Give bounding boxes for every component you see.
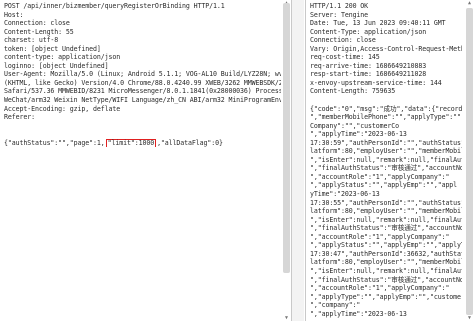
request-body-suffix: ,"allDataFlag":0} bbox=[157, 138, 223, 147]
response-line: 17:30:59","authPersonId":"","authStatus"… bbox=[310, 138, 462, 147]
response-line: 17:30:55","authPersonId":"","authStatus"… bbox=[310, 198, 462, 207]
response-line: yTime":"2023-06-13 bbox=[310, 190, 380, 199]
request-line: content-type: application/json bbox=[4, 53, 121, 62]
response-line: ","company":" bbox=[310, 301, 361, 310]
request-line: loginno: [object Undefined] bbox=[4, 61, 109, 70]
request-text[interactable]: POST /api/inner/bizmember/queryRegisterO… bbox=[4, 2, 281, 148]
response-line: ","applyStatus":"","applyEmp":"","appl bbox=[310, 181, 458, 190]
response-text[interactable]: HTTP/1.1 200 OK Server: Tengine Date: Tue,… bbox=[310, 2, 462, 318]
request-line: Referer: bbox=[4, 113, 35, 122]
response-line: resp-start-time: 1686649211028 bbox=[310, 70, 427, 79]
response-line: {"code":"0","msg":"成功","data":{"records"… bbox=[310, 104, 462, 113]
response-line: Content-Length: 759635 bbox=[310, 87, 396, 96]
request-line: POST /api/inner/bizmember/queryRegisterO… bbox=[4, 2, 225, 10]
highlighted-limit-param: "limit":1000 bbox=[105, 138, 157, 148]
response-line: latform":80,"employUser":"","memberMobil… bbox=[310, 207, 462, 216]
response-line: ","finalAuthStatus":"审核通过","accountNo":" bbox=[310, 224, 462, 233]
response-scroll-down-icon[interactable]: ▼ bbox=[466, 315, 473, 321]
response-line: x-envoy-upstream-service-time: 144 bbox=[310, 78, 442, 87]
response-line: Content-Type: application/json bbox=[310, 27, 427, 36]
request-line: token: [object Undefined] bbox=[4, 44, 101, 53]
response-scrollbar[interactable] bbox=[466, 8, 473, 315]
request-line: WeChat/arm32 Weixin NetType/WIFI Languag… bbox=[4, 96, 281, 105]
response-line: ","isEnter":null,"remark":null,"finalAut… bbox=[310, 215, 462, 224]
response-line: ","isEnter":null,"remark":null,"finalAut… bbox=[310, 266, 462, 275]
response-line: ","applyTime":"2023-06-13 bbox=[310, 309, 407, 318]
response-line: Connection: close bbox=[310, 36, 376, 45]
request-scroll-down-icon[interactable]: ▼ bbox=[283, 315, 290, 321]
response-line: ","applyType":"","applyEmp":"","customer… bbox=[310, 292, 462, 301]
response-pane[interactable]: HTTP/1.1 200 OK Server: Tengine Date: Tue,… bbox=[305, 0, 474, 321]
request-body-prefix: {"authStatus":"","page":1, bbox=[4, 138, 105, 147]
request-line: charset: utf-8 bbox=[4, 36, 59, 45]
request-line: (KHTML, like Gecko) Version/4.0 Chrome/8… bbox=[4, 78, 281, 87]
response-line: Vary: Origin,Access-Control-Request-Meth… bbox=[310, 44, 462, 53]
response-line: 17:30:47","authPersonId":36632,"authStat… bbox=[310, 249, 462, 258]
request-line: Accept-Encoding: gzip, deflate bbox=[4, 104, 121, 113]
response-line: ","accountRole":"1","applyCompany":" bbox=[310, 232, 450, 241]
response-line: ","isEnter":null,"remark":null,"finalAut… bbox=[310, 155, 462, 164]
response-line: ","applyTime":"2023-06-13 bbox=[310, 130, 407, 139]
pane-splitter[interactable] bbox=[292, 0, 304, 321]
response-line: req-cost-time: 145 bbox=[310, 53, 380, 62]
request-scrollbar[interactable] bbox=[283, 3, 290, 273]
response-scroll-up-icon[interactable]: ▲ bbox=[466, 0, 473, 6]
response-line: ","memberMobilePhone":"","applyType":"",… bbox=[310, 113, 462, 122]
response-line: Server: Tengine bbox=[310, 10, 369, 19]
request-pane[interactable]: POST /api/inner/bizmember/queryRegisterO… bbox=[0, 0, 292, 321]
request-line: Safari/537.36 MMWEBID/8231 MicroMessenge… bbox=[4, 87, 281, 96]
request-line: Host: bbox=[4, 10, 24, 19]
request-body-line: {"authStatus":"","page":1, "limit":1000 ,"… bbox=[4, 138, 281, 148]
request-line: User-Agent: Mozilla/5.0 (Linux; Android … bbox=[4, 70, 281, 79]
request-line: Connection: close bbox=[4, 19, 70, 28]
request-line: Content-Length: 55 bbox=[4, 27, 74, 36]
response-line: ","applyStatus":"","applyEmp":"","applyT… bbox=[310, 241, 462, 250]
response-line: Date: Tue, 13 Jun 2023 09:40:11 GMT bbox=[310, 19, 446, 28]
response-line: ","accountRole":"1","applyCompany":" bbox=[310, 284, 450, 293]
response-line: HTTP/1.1 200 OK bbox=[310, 2, 369, 10]
response-line: latform":80,"employUser":"","memberMobil… bbox=[310, 147, 462, 156]
response-line: ","finalAuthStatus":"审核通过","accountNo":" bbox=[310, 275, 462, 284]
response-line: ","finalAuthStatus":"审核通过","accountNo":" bbox=[310, 164, 462, 173]
response-line: latform":80,"employUser":"","memberMobil… bbox=[310, 258, 462, 267]
response-line: req-arrive-time: 1686649210883 bbox=[310, 61, 427, 70]
response-line: Company":"","customerCo bbox=[310, 121, 400, 130]
response-line: ","accountRole":"1","applyCompany":" bbox=[310, 172, 450, 181]
